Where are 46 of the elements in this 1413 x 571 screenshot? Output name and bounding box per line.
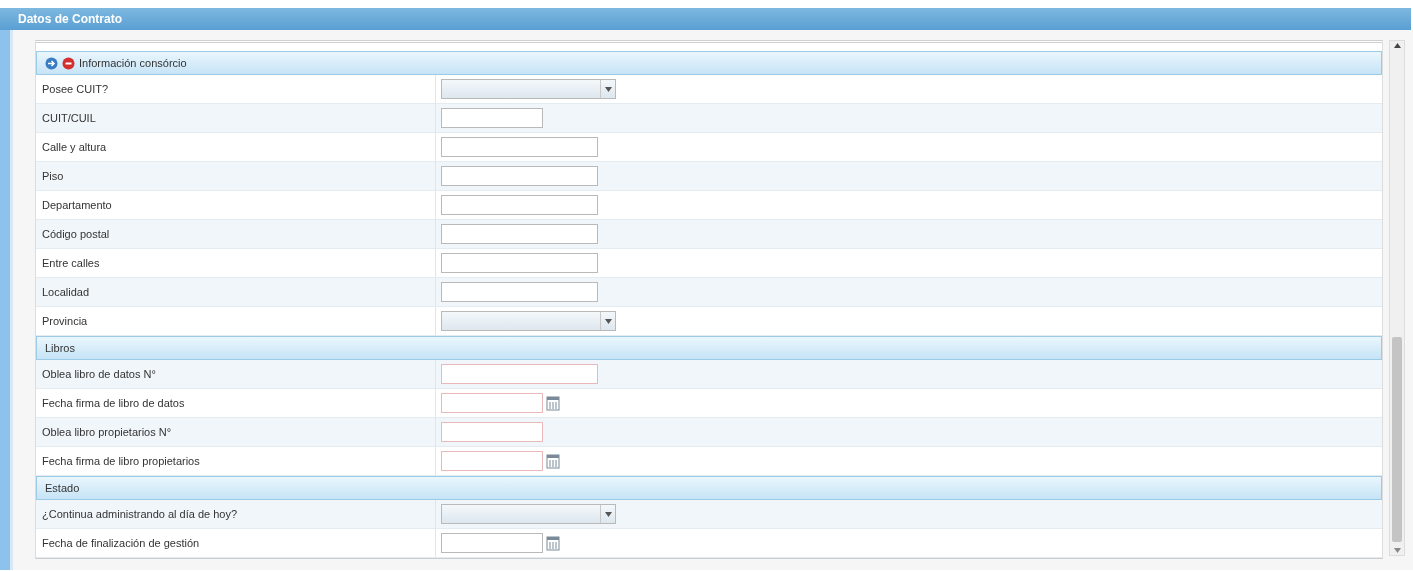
dropdown-field[interactable] — [441, 504, 616, 524]
text-field[interactable] — [441, 282, 598, 302]
section-title: Libros — [45, 342, 75, 354]
scroll-down-icon[interactable] — [1393, 548, 1401, 553]
field-label: Provincia — [42, 315, 88, 327]
dropdown-field[interactable] — [441, 79, 616, 99]
field-label: Entre calles — [42, 257, 100, 269]
scroll-thumb[interactable] — [1392, 337, 1402, 542]
text-field[interactable] — [441, 137, 598, 157]
text-field[interactable] — [441, 364, 598, 384]
text-field[interactable] — [441, 166, 598, 186]
window-title: Datos de Contrato — [18, 12, 122, 26]
field-label: Fecha firma de libro de datos — [42, 397, 185, 409]
scrollbar[interactable] — [1389, 40, 1405, 556]
section-title: Estado — [45, 482, 80, 494]
calendar-icon[interactable] — [546, 453, 560, 469]
field-label: Código postal — [42, 228, 110, 240]
text-field[interactable] — [441, 195, 598, 215]
date-field[interactable] — [441, 393, 543, 413]
arrow-icon[interactable] — [45, 56, 58, 70]
calendar-icon[interactable] — [546, 395, 560, 411]
field-label: Localidad — [42, 286, 90, 298]
section-title: Información consórcio — [79, 57, 187, 69]
field-label: Departamento — [42, 199, 112, 211]
field-label: Oblea libro de datos N° — [42, 368, 156, 380]
remove-icon[interactable] — [62, 56, 75, 70]
date-field[interactable] — [441, 533, 543, 553]
field-label: ¿Continua administrando al día de hoy? — [42, 508, 238, 520]
caret-icon — [604, 511, 612, 517]
calendar-icon[interactable] — [546, 535, 560, 551]
field-label: Posee CUIT? — [42, 83, 109, 95]
text-field[interactable] — [441, 224, 598, 244]
scroll-up-icon[interactable] — [1393, 43, 1401, 48]
text-field[interactable] — [441, 108, 543, 128]
dropdown-field[interactable] — [441, 311, 616, 331]
field-label: Piso — [42, 170, 64, 182]
caret-icon — [604, 86, 612, 92]
field-label: Calle y altura — [42, 141, 107, 153]
text-field[interactable] — [441, 253, 598, 273]
date-field[interactable] — [441, 451, 543, 471]
caret-icon — [604, 318, 612, 324]
field-label: Fecha firma de libro propietarios — [42, 455, 200, 467]
field-label: CUIT/CUIL — [42, 112, 96, 124]
field-label: Fecha de finalización de gestión — [42, 537, 200, 549]
field-label: Oblea libro propietarios N° — [42, 426, 172, 438]
text-field[interactable] — [441, 422, 543, 442]
